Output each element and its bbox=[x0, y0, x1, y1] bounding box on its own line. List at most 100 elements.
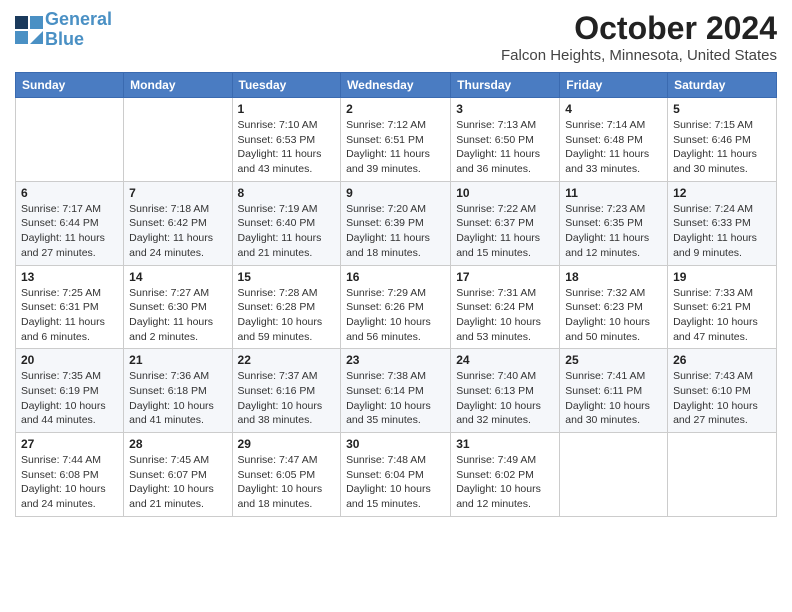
day-info: Sunrise: 7:29 AMSunset: 6:26 PMDaylight:… bbox=[346, 286, 445, 345]
day-info: Sunrise: 7:22 AMSunset: 6:37 PMDaylight:… bbox=[456, 202, 554, 261]
calendar-cell: 12 Sunrise: 7:24 AMSunset: 6:33 PMDayligh… bbox=[668, 181, 777, 265]
col-tuesday: Tuesday bbox=[232, 73, 341, 98]
calendar-week-3: 13Sunrise: 7:25 AMSunset: 6:31 PMDayligh… bbox=[16, 265, 777, 349]
day-info: Sunrise: 7:27 AMSunset: 6:30 PMDaylight:… bbox=[129, 286, 226, 345]
logo-text: General Blue bbox=[45, 10, 112, 50]
calendar-cell: 1 Sunrise: 7:10 AMSunset: 6:53 PMDaylight… bbox=[232, 98, 341, 182]
day-number: 17 bbox=[456, 270, 554, 284]
calendar-cell: 17 Sunrise: 7:31 AMSunset: 6:24 PMDayligh… bbox=[451, 265, 560, 349]
day-number: 15 bbox=[238, 270, 336, 284]
logo-icon bbox=[15, 16, 43, 44]
calendar-cell: 20Sunrise: 7:35 AMSunset: 6:19 PMDayligh… bbox=[16, 349, 124, 433]
calendar-week-1: 1 Sunrise: 7:10 AMSunset: 6:53 PMDaylight… bbox=[16, 98, 777, 182]
day-info: Sunrise: 7:13 AMSunset: 6:50 PMDaylight:… bbox=[456, 118, 554, 177]
calendar-cell: 11Sunrise: 7:23 AMSunset: 6:35 PMDayligh… bbox=[560, 181, 668, 265]
calendar-cell: 25Sunrise: 7:41 AMSunset: 6:11 PMDayligh… bbox=[560, 349, 668, 433]
calendar-table: Sunday Monday Tuesday Wednesday Thursday… bbox=[15, 72, 777, 517]
day-info: Sunrise: 7:44 AMSunset: 6:08 PMDaylight:… bbox=[21, 453, 118, 512]
day-number: 13 bbox=[21, 270, 118, 284]
day-info: Sunrise: 7:38 AMSunset: 6:14 PMDaylight:… bbox=[346, 369, 445, 428]
calendar-cell: 29Sunrise: 7:47 AMSunset: 6:05 PMDayligh… bbox=[232, 433, 341, 517]
day-number: 1 bbox=[238, 102, 336, 116]
day-number: 23 bbox=[346, 353, 445, 367]
calendar-cell: 5Sunrise: 7:15 AMSunset: 6:46 PMDaylight… bbox=[668, 98, 777, 182]
day-number: 11 bbox=[565, 186, 662, 200]
day-number: 5 bbox=[673, 102, 771, 116]
title-block: October 2024 Falcon Heights, Minnesota, … bbox=[501, 10, 777, 64]
day-number: 18 bbox=[565, 270, 662, 284]
calendar-cell: 2 Sunrise: 7:12 AMSunset: 6:51 PMDaylight… bbox=[341, 98, 451, 182]
day-number: 2 bbox=[346, 102, 445, 116]
day-info: Sunrise: 7:10 AMSunset: 6:53 PMDaylight:… bbox=[238, 118, 336, 177]
day-number: 16 bbox=[346, 270, 445, 284]
day-info: Sunrise: 7:18 AMSunset: 6:42 PMDaylight:… bbox=[129, 202, 226, 261]
day-info: Sunrise: 7:45 AMSunset: 6:07 PMDaylight:… bbox=[129, 453, 226, 512]
calendar-cell: 8 Sunrise: 7:19 AMSunset: 6:40 PMDaylight… bbox=[232, 181, 341, 265]
calendar-cell: 9 Sunrise: 7:20 AMSunset: 6:39 PMDaylight… bbox=[341, 181, 451, 265]
day-number: 20 bbox=[21, 353, 118, 367]
day-number: 29 bbox=[238, 437, 336, 451]
calendar-cell: 7 Sunrise: 7:18 AMSunset: 6:42 PMDaylight… bbox=[124, 181, 232, 265]
day-number: 10 bbox=[456, 186, 554, 200]
calendar-cell: 10 Sunrise: 7:22 AMSunset: 6:37 PMDayligh… bbox=[451, 181, 560, 265]
calendar-cell: 15Sunrise: 7:28 AMSunset: 6:28 PMDayligh… bbox=[232, 265, 341, 349]
day-info: Sunrise: 7:36 AMSunset: 6:18 PMDaylight:… bbox=[129, 369, 226, 428]
day-number: 9 bbox=[346, 186, 445, 200]
day-info: Sunrise: 7:20 AMSunset: 6:39 PMDaylight:… bbox=[346, 202, 445, 261]
page-subtitle: Falcon Heights, Minnesota, United States bbox=[501, 47, 777, 64]
day-number: 3 bbox=[456, 102, 554, 116]
calendar-cell bbox=[124, 98, 232, 182]
day-info: Sunrise: 7:43 AMSunset: 6:10 PMDaylight:… bbox=[673, 369, 771, 428]
calendar-cell: 23 Sunrise: 7:38 AMSunset: 6:14 PMDayligh… bbox=[341, 349, 451, 433]
day-number: 26 bbox=[673, 353, 771, 367]
day-number: 27 bbox=[21, 437, 118, 451]
col-friday: Friday bbox=[560, 73, 668, 98]
day-number: 19 bbox=[673, 270, 771, 284]
page-title: October 2024 bbox=[501, 10, 777, 47]
day-number: 7 bbox=[129, 186, 226, 200]
calendar-header-row: Sunday Monday Tuesday Wednesday Thursday… bbox=[16, 73, 777, 98]
calendar-week-4: 20Sunrise: 7:35 AMSunset: 6:19 PMDayligh… bbox=[16, 349, 777, 433]
day-number: 6 bbox=[21, 186, 118, 200]
calendar-cell: 16 Sunrise: 7:29 AMSunset: 6:26 PMDayligh… bbox=[341, 265, 451, 349]
day-info: Sunrise: 7:31 AMSunset: 6:24 PMDaylight:… bbox=[456, 286, 554, 345]
col-saturday: Saturday bbox=[668, 73, 777, 98]
day-number: 31 bbox=[456, 437, 554, 451]
col-sunday: Sunday bbox=[16, 73, 124, 98]
calendar-cell: 3 Sunrise: 7:13 AMSunset: 6:50 PMDaylight… bbox=[451, 98, 560, 182]
logo: General Blue bbox=[15, 10, 112, 50]
calendar-cell: 27 Sunrise: 7:44 AMSunset: 6:08 PMDayligh… bbox=[16, 433, 124, 517]
calendar-cell: 19 Sunrise: 7:33 AMSunset: 6:21 PMDayligh… bbox=[668, 265, 777, 349]
day-info: Sunrise: 7:24 AMSunset: 6:33 PMDaylight:… bbox=[673, 202, 771, 261]
day-number: 12 bbox=[673, 186, 771, 200]
day-number: 28 bbox=[129, 437, 226, 451]
calendar-cell: 28 Sunrise: 7:45 AMSunset: 6:07 PMDayligh… bbox=[124, 433, 232, 517]
calendar-cell: 30Sunrise: 7:48 AMSunset: 6:04 PMDayligh… bbox=[341, 433, 451, 517]
col-wednesday: Wednesday bbox=[341, 73, 451, 98]
calendar-cell: 26 Sunrise: 7:43 AMSunset: 6:10 PMDayligh… bbox=[668, 349, 777, 433]
day-number: 24 bbox=[456, 353, 554, 367]
day-number: 4 bbox=[565, 102, 662, 116]
day-number: 14 bbox=[129, 270, 226, 284]
day-info: Sunrise: 7:49 AMSunset: 6:02 PMDaylight:… bbox=[456, 453, 554, 512]
day-number: 8 bbox=[238, 186, 336, 200]
day-info: Sunrise: 7:17 AMSunset: 6:44 PMDaylight:… bbox=[21, 202, 118, 261]
day-info: Sunrise: 7:37 AMSunset: 6:16 PMDaylight:… bbox=[238, 369, 336, 428]
calendar-cell: 18Sunrise: 7:32 AMSunset: 6:23 PMDayligh… bbox=[560, 265, 668, 349]
calendar-cell: 24Sunrise: 7:40 AMSunset: 6:13 PMDayligh… bbox=[451, 349, 560, 433]
calendar-cell: 14 Sunrise: 7:27 AMSunset: 6:30 PMDayligh… bbox=[124, 265, 232, 349]
calendar-cell: 6 Sunrise: 7:17 AMSunset: 6:44 PMDaylight… bbox=[16, 181, 124, 265]
day-info: Sunrise: 7:48 AMSunset: 6:04 PMDaylight:… bbox=[346, 453, 445, 512]
col-monday: Monday bbox=[124, 73, 232, 98]
day-number: 21 bbox=[129, 353, 226, 367]
day-info: Sunrise: 7:41 AMSunset: 6:11 PMDaylight:… bbox=[565, 369, 662, 428]
calendar-cell bbox=[668, 433, 777, 517]
day-info: Sunrise: 7:12 AMSunset: 6:51 PMDaylight:… bbox=[346, 118, 445, 177]
calendar-cell: 21 Sunrise: 7:36 AMSunset: 6:18 PMDayligh… bbox=[124, 349, 232, 433]
calendar-cell: 4Sunrise: 7:14 AMSunset: 6:48 PMDaylight… bbox=[560, 98, 668, 182]
day-info: Sunrise: 7:19 AMSunset: 6:40 PMDaylight:… bbox=[238, 202, 336, 261]
day-info: Sunrise: 7:33 AMSunset: 6:21 PMDaylight:… bbox=[673, 286, 771, 345]
calendar-cell: 22Sunrise: 7:37 AMSunset: 6:16 PMDayligh… bbox=[232, 349, 341, 433]
col-thursday: Thursday bbox=[451, 73, 560, 98]
calendar-cell: 13Sunrise: 7:25 AMSunset: 6:31 PMDayligh… bbox=[16, 265, 124, 349]
